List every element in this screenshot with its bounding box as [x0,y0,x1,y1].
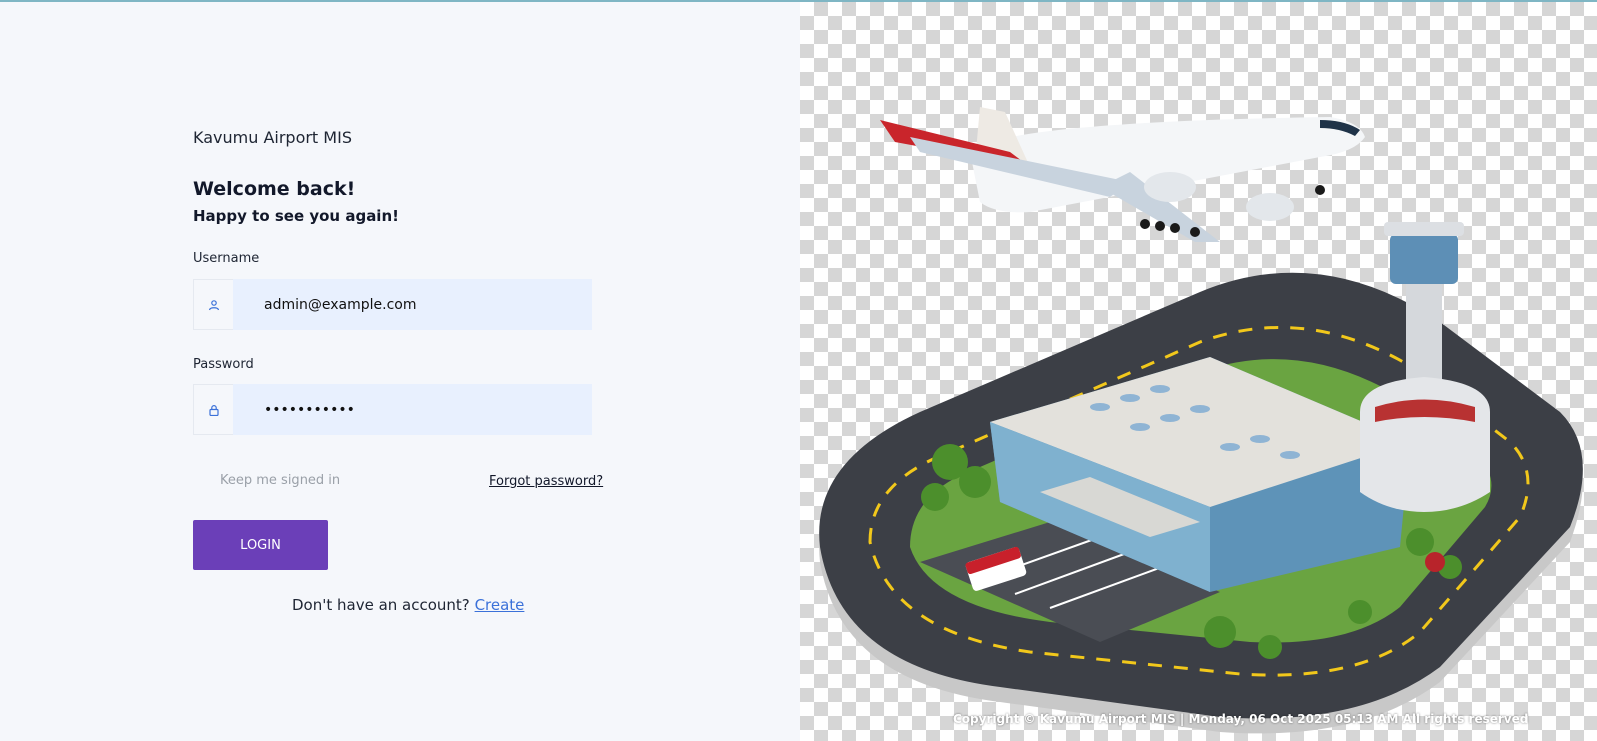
password-input[interactable] [233,384,592,435]
lock-icon [193,384,233,435]
user-icon [193,279,233,330]
airport-scene-image [819,107,1583,734]
copyright-footer: Copyright © Kavumu Airport MIS | Monday,… [953,712,1529,726]
username-group [193,279,592,330]
login-panel [0,2,800,741]
username-input[interactable] [233,279,592,330]
keep-signed-in-checkbox[interactable]: Keep me signed in [220,473,340,488]
welcome-subtitle: Happy to see you again! [193,207,399,225]
brand-name: Kavumu Airport MIS [193,128,352,147]
forgot-password-link[interactable]: Forgot password? [489,474,603,489]
signup-prompt: Don't have an account? Create [292,596,524,614]
welcome-title: Welcome back! [193,178,356,200]
create-account-link[interactable]: Create [475,596,525,614]
signup-prompt-text: Don't have an account? [292,596,470,614]
airport-illustration [800,2,1597,741]
password-group [193,384,592,435]
password-label: Password [193,357,254,372]
login-button[interactable]: LOGIN [193,520,328,570]
username-label: Username [193,251,260,266]
